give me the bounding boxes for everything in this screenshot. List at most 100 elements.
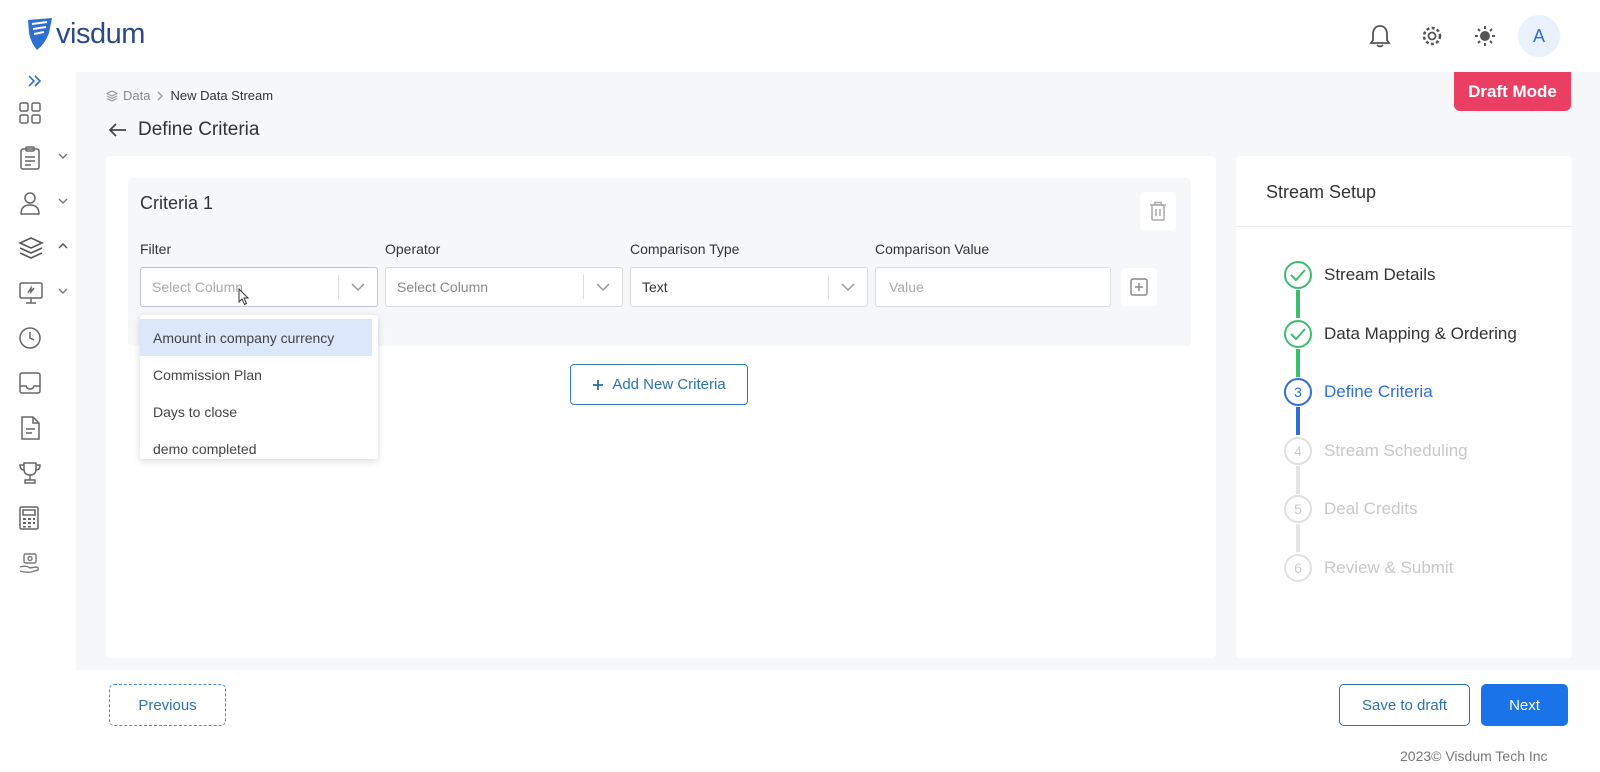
step-deal-credits[interactable]: 5 Deal Credits — [1284, 495, 1418, 523]
comparison-type-select-text: Text — [642, 279, 668, 295]
step-review-submit[interactable]: 6 Review & Submit — [1284, 554, 1453, 582]
bell-icon[interactable] — [1364, 20, 1396, 52]
step-number: 6 — [1284, 554, 1312, 582]
step-connector — [1296, 349, 1300, 377]
comparison-value-input[interactable] — [875, 267, 1111, 307]
copyright-text: 2023© Visdum Tech Inc — [1400, 748, 1548, 764]
step-number: 4 — [1284, 437, 1312, 465]
clipboard-icon — [20, 146, 40, 170]
add-new-criteria-label: Add New Criteria — [612, 376, 726, 393]
step-data-mapping[interactable]: Data Mapping & Ordering — [1284, 320, 1517, 348]
step-connector — [1296, 466, 1300, 494]
step-stream-details[interactable]: Stream Details — [1284, 261, 1435, 289]
monitor-icon — [19, 282, 43, 304]
sidebar-item-dashboard[interactable] — [18, 97, 70, 129]
clock-icon — [19, 327, 41, 349]
step-label: Review & Submit — [1324, 558, 1454, 577]
operator-select-text: Select Column — [397, 279, 489, 295]
sidebar-item-history[interactable] — [18, 322, 70, 354]
dropdown-option[interactable]: demo completed — [140, 430, 378, 459]
sidebar-item-inbox[interactable] — [18, 367, 70, 399]
inbox-icon — [19, 372, 41, 394]
step-label: Stream Details — [1324, 265, 1436, 284]
logo-text: visdum — [56, 17, 145, 50]
sidebar-item-calculator[interactable] — [18, 502, 70, 534]
criteria-title: Criteria 1 — [140, 193, 214, 213]
plus-square-icon — [1130, 278, 1148, 296]
delete-criteria-button[interactable] — [1140, 192, 1176, 230]
layers-icon — [18, 237, 44, 259]
user-icon — [20, 192, 40, 215]
chevron-right-icon — [158, 91, 164, 100]
sidebar — [0, 72, 76, 772]
sidebar-item-monitor[interactable] — [18, 277, 70, 309]
top-bar: visdum A — [0, 0, 1600, 72]
filter-label: Filter — [140, 241, 172, 257]
dropdown-option[interactable]: Amount in company currency — [140, 319, 372, 356]
sun-icon[interactable] — [1469, 20, 1501, 52]
dropdown-option[interactable]: Commission Plan — [140, 356, 378, 393]
app-logo[interactable]: visdum — [27, 17, 145, 51]
operator-select[interactable]: Select Column — [385, 267, 623, 307]
filter-dropdown-menu: Amount in company currency Commission Pl… — [140, 315, 378, 459]
step-label: Define Criteria — [1324, 382, 1433, 401]
sidebar-item-rewards[interactable] — [18, 457, 70, 489]
gear-icon[interactable] — [1416, 20, 1448, 52]
sidebar-item-payouts[interactable] — [18, 547, 70, 579]
add-new-criteria-button[interactable]: Add New Criteria — [570, 364, 748, 405]
document-icon — [21, 416, 40, 440]
mouse-cursor-icon — [238, 288, 250, 306]
step-stream-scheduling[interactable]: 4 Stream Scheduling — [1284, 437, 1468, 465]
dropdown-option[interactable]: Days to close — [140, 393, 378, 430]
chevron-down-icon[interactable] — [339, 282, 377, 292]
filter-select[interactable]: Select Column — [140, 267, 378, 307]
chevron-up-icon — [58, 243, 68, 249]
breadcrumb-parent[interactable]: Data — [123, 88, 150, 103]
comparison-value-label: Comparison Value — [875, 241, 990, 257]
step-number: 3 — [1284, 378, 1312, 406]
sidebar-item-plans[interactable] — [18, 142, 70, 174]
next-button[interactable]: Next — [1481, 684, 1568, 726]
plus-icon — [593, 379, 604, 390]
step-connector — [1296, 290, 1300, 318]
sidebar-item-data[interactable] — [18, 232, 70, 264]
payout-icon — [19, 553, 39, 574]
step-label: Data Mapping & Ordering — [1324, 324, 1517, 343]
page-header: Define Criteria — [108, 119, 259, 141]
comparison-type-select[interactable]: Text — [630, 267, 868, 307]
breadcrumb: Data New Data Stream — [106, 88, 273, 103]
comparison-type-label: Comparison Type — [630, 241, 740, 257]
chevron-down-icon — [58, 288, 68, 294]
stream-setup-panel — [1236, 156, 1572, 658]
stream-setup-title: Stream Setup — [1266, 182, 1377, 202]
draft-mode-badge: Draft Mode — [1454, 72, 1571, 111]
step-label: Deal Credits — [1324, 499, 1418, 518]
chevron-down-icon[interactable] — [829, 282, 867, 292]
operator-label: Operator — [385, 241, 441, 257]
step-define-criteria[interactable]: 3 Define Criteria — [1284, 378, 1433, 406]
save-draft-button[interactable]: Save to draft — [1339, 684, 1470, 726]
divider — [1236, 226, 1572, 227]
database-icon — [106, 89, 118, 102]
add-condition-button[interactable] — [1121, 268, 1157, 306]
breadcrumb-current: New Data Stream — [170, 88, 274, 103]
shield-logo-icon — [28, 18, 52, 50]
sidebar-item-documents[interactable] — [18, 412, 70, 444]
check-icon — [1284, 320, 1312, 348]
avatar[interactable]: A — [1518, 15, 1560, 57]
chevron-down-icon — [58, 153, 68, 159]
step-label: Stream Scheduling — [1324, 441, 1468, 460]
chevron-down-icon — [58, 198, 68, 204]
grid-icon — [19, 102, 41, 124]
step-number: 5 — [1284, 495, 1312, 523]
back-arrow-icon[interactable] — [108, 122, 128, 138]
trophy-icon — [19, 462, 41, 484]
trash-icon — [1150, 201, 1166, 221]
expand-sidebar-icon[interactable] — [26, 72, 44, 90]
sidebar-item-users[interactable] — [18, 187, 70, 219]
page-title: Define Criteria — [138, 119, 260, 140]
previous-button[interactable]: Previous — [109, 684, 226, 726]
chevron-down-icon[interactable] — [584, 282, 622, 292]
check-icon — [1284, 261, 1312, 289]
step-connector — [1296, 524, 1300, 552]
